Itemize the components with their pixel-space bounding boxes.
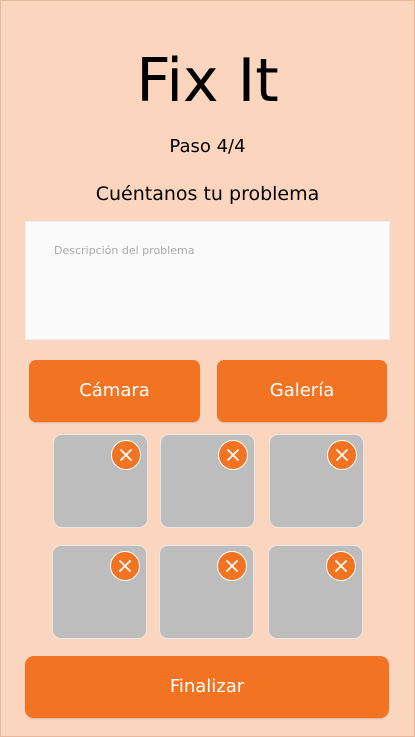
remove-photo-button[interactable]: [218, 440, 248, 470]
photo-thumbnail[interactable]: [268, 545, 363, 639]
photo-thumbnail[interactable]: [52, 545, 147, 639]
finish-button[interactable]: Finalizar: [25, 656, 389, 718]
page-subtitle: Cuéntanos tu problema: [95, 183, 320, 205]
gallery-button[interactable]: Galería: [217, 360, 387, 422]
close-icon: [336, 449, 348, 461]
close-icon: [227, 449, 239, 461]
remove-photo-button[interactable]: [111, 440, 141, 470]
remove-photo-button[interactable]: [217, 551, 247, 581]
close-icon: [120, 449, 132, 461]
photo-thumbnail[interactable]: [160, 434, 255, 528]
app-title: Fix It: [136, 46, 279, 116]
close-icon: [226, 560, 238, 572]
close-icon: [335, 560, 347, 572]
step-indicator: Paso 4/4: [169, 136, 246, 157]
description-field-container: [25, 221, 390, 340]
remove-photo-button[interactable]: [326, 551, 356, 581]
close-icon: [119, 560, 131, 572]
remove-photo-button[interactable]: [327, 440, 357, 470]
photo-thumbnail[interactable]: [53, 434, 148, 528]
remove-photo-button[interactable]: [110, 551, 140, 581]
camera-button[interactable]: Cámara: [29, 360, 200, 422]
photo-thumbnail[interactable]: [159, 545, 254, 639]
description-input[interactable]: [26, 222, 389, 339]
photo-thumbnail[interactable]: [269, 434, 364, 528]
